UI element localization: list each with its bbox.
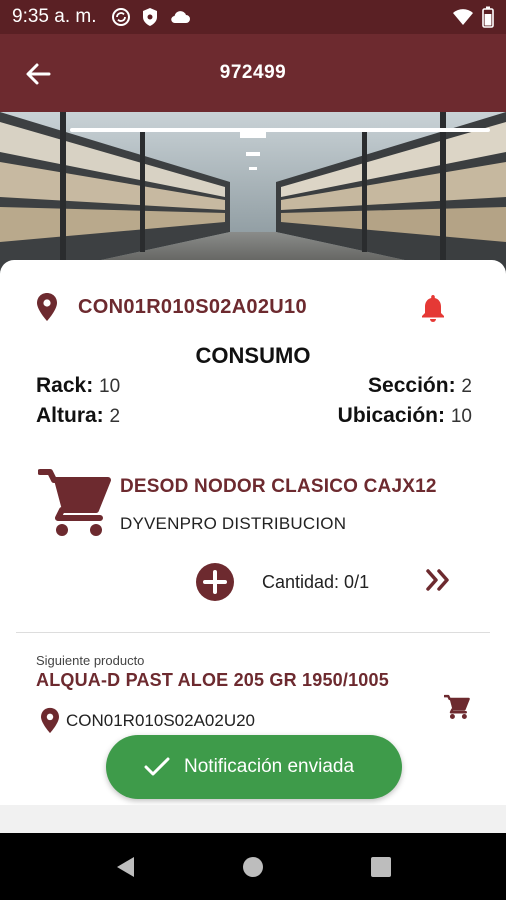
seccion-label: Sección: xyxy=(368,374,456,397)
next-product-location-row: CON01R010S02A02U20 xyxy=(40,707,255,734)
divider xyxy=(16,632,490,633)
warehouse-banner xyxy=(0,112,506,282)
recents-square-icon[interactable] xyxy=(369,855,393,879)
wifi-icon xyxy=(453,9,473,25)
seccion-field: Sección: 2 xyxy=(368,374,472,398)
rack-label: Rack: xyxy=(36,374,94,397)
bottom-strip xyxy=(0,805,506,833)
seccion-value: 2 xyxy=(461,376,472,397)
product-name: DESOD NODOR CLASICO CAJX12 xyxy=(120,476,437,497)
status-time: 9:35 a. m. xyxy=(12,6,97,27)
ubicacion-value: 10 xyxy=(450,406,472,427)
back-triangle-icon[interactable] xyxy=(114,855,138,879)
altura-label: Altura: xyxy=(36,404,104,427)
add-quantity-button[interactable] xyxy=(196,563,234,601)
system-nav-bar xyxy=(0,833,506,900)
rack-value: 10 xyxy=(99,376,121,397)
plus-icon xyxy=(203,570,227,594)
ubicacion-field: Ubicación: 10 xyxy=(338,404,472,428)
shopping-cart-icon[interactable] xyxy=(444,694,470,720)
cloud-icon xyxy=(170,11,190,24)
location-code: CON01R010S02A02U10 xyxy=(78,295,307,318)
app-bar: 972499 xyxy=(0,34,506,112)
battery-icon xyxy=(482,6,494,28)
ubicacion-label: Ubicación: xyxy=(337,404,446,427)
shield-icon xyxy=(142,8,157,26)
toast-message: Notificación enviada xyxy=(184,756,355,777)
bell-icon[interactable] xyxy=(420,293,446,323)
altura-value: 2 xyxy=(109,406,121,427)
area-title: CONSUMO xyxy=(195,343,311,368)
sync-icon xyxy=(111,8,130,26)
next-product-name: ALQUA-D PAST ALOE 205 GR 1950/1005 xyxy=(36,670,389,690)
location-pin-icon xyxy=(37,293,57,321)
home-circle-icon[interactable] xyxy=(241,855,265,879)
next-product-label: Siguiente producto xyxy=(36,653,145,668)
product-distributor: DYVENPRO DISTRIBUCION xyxy=(120,514,347,533)
double-chevron-right-icon[interactable] xyxy=(424,566,452,594)
location-row: CON01R010S02A02U10 xyxy=(36,292,307,322)
check-icon xyxy=(144,757,170,776)
arrow-left-icon[interactable] xyxy=(22,58,54,90)
next-product-location: CON01R010S02A02U20 xyxy=(66,710,256,730)
altura-field: Altura: 2 xyxy=(36,404,120,428)
shopping-cart-icon xyxy=(38,469,111,536)
notification-toast: Notificación enviada xyxy=(106,735,402,799)
status-bar: 9:35 a. m. xyxy=(0,0,506,34)
rack-field: Rack: 10 xyxy=(36,374,120,398)
location-pin-icon xyxy=(41,707,59,734)
quantity-text: Cantidad: 0/1 xyxy=(262,572,370,592)
progress-indicator xyxy=(70,128,490,132)
warehouse-image xyxy=(0,112,506,282)
page-title: 972499 xyxy=(219,62,287,83)
